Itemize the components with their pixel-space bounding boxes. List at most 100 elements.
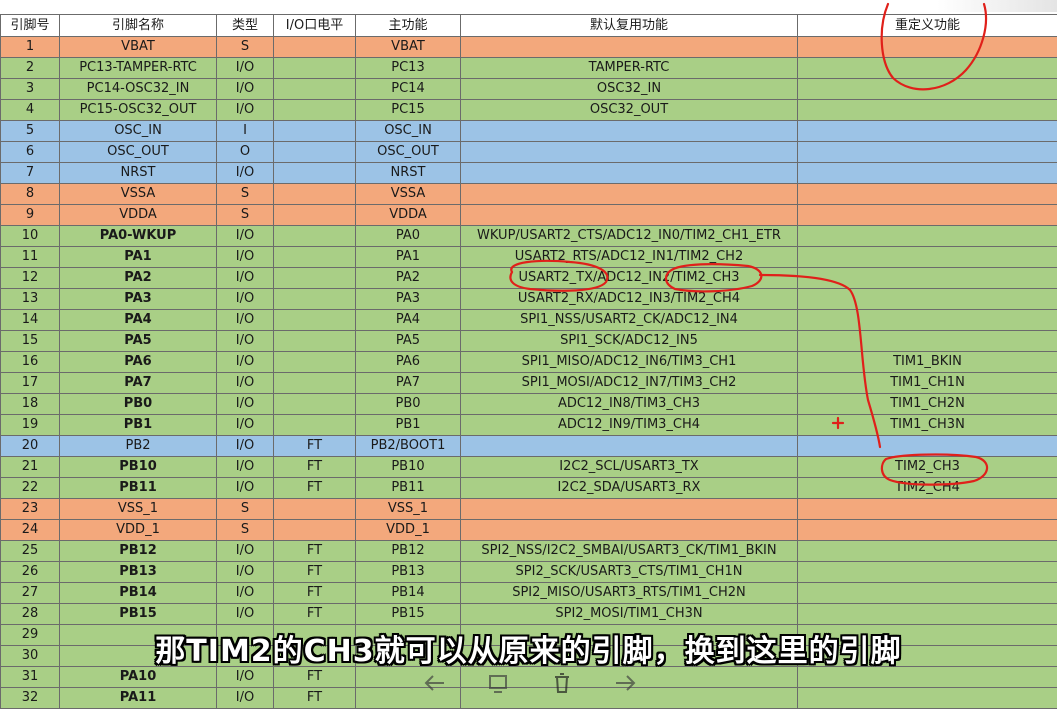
cell-io-level — [273, 372, 356, 394]
table-row: 13 PA3 I/O PA3 USART2_RX/ADC12_IN3/TIM2_CH4 — [0, 288, 1057, 310]
cell-pin-name: VBAT — [59, 36, 217, 58]
cell-remap — [797, 561, 1057, 583]
cell-remap: TIM2_CH3 — [797, 456, 1057, 478]
cell-type: I/O — [216, 393, 274, 415]
trash-icon[interactable] — [547, 668, 577, 698]
cell-io-level — [273, 519, 356, 541]
cell-main-function: VDD_1 — [355, 519, 461, 541]
cell-remap — [797, 183, 1057, 205]
cell-pin-name: VSSA — [59, 183, 217, 205]
cell-default-alt — [460, 624, 798, 646]
cell-io-level — [273, 267, 356, 289]
cell-remap — [797, 309, 1057, 331]
cell-pin-no: 32 — [0, 687, 60, 709]
cell-type: I/O — [216, 162, 274, 184]
cell-io-level — [273, 330, 356, 352]
cell-type: O — [216, 141, 274, 163]
cell-io-level: FT — [273, 456, 356, 478]
cell-default-alt: SPI2_SCK/USART3_CTS/TIM1_CH1N — [460, 561, 798, 583]
cell-remap — [797, 267, 1057, 289]
cell-io-level — [273, 57, 356, 79]
share-icon[interactable] — [483, 668, 513, 698]
cell-pin-name: PA5 — [59, 330, 217, 352]
cell-remap — [797, 582, 1057, 604]
col-io-level: I/O口电平 — [273, 14, 356, 37]
cell-type: I/O — [216, 267, 274, 289]
table-row: 12 PA2 I/O PA2 USART2_TX/ADC12_IN2/TIM2_CH3 — [0, 267, 1057, 289]
cell-pin-no: 21 — [0, 456, 60, 478]
cell-pin-name: VDDA — [59, 204, 217, 226]
back-arrow-icon[interactable] — [420, 668, 450, 698]
table-row: 30 — [0, 645, 1057, 667]
cell-pin-name: PB14 — [59, 582, 217, 604]
cell-io-level: FT — [273, 666, 356, 688]
cell-remap — [797, 99, 1057, 121]
cell-type: I/O — [216, 435, 274, 457]
cell-type: I/O — [216, 57, 274, 79]
cell-io-level — [273, 162, 356, 184]
table-row: 29 — [0, 624, 1057, 646]
cell-main-function: PB2/BOOT1 — [355, 435, 461, 457]
cell-default-alt: OSC32_IN — [460, 78, 798, 100]
cell-pin-name: OSC_IN — [59, 120, 217, 142]
pin-table: 引脚号 引脚名称 类型 I/O口电平 主功能 默认复用功能 重定义功能 1 VBA… — [0, 14, 1057, 709]
cell-pin-name: PA6 — [59, 351, 217, 373]
cell-main-function: PA4 — [355, 309, 461, 331]
table-row: 8 VSSA S VSSA — [0, 183, 1057, 205]
table-row: 10 PA0-WKUP I/O PA0 WKUP/USART2_CTS/ADC12_IN… — [0, 225, 1057, 247]
cell-pin-no: 5 — [0, 120, 60, 142]
cell-pin-no: 24 — [0, 519, 60, 541]
cell-pin-name: PB12 — [59, 540, 217, 562]
cell-pin-no: 31 — [0, 666, 60, 688]
cell-remap — [797, 78, 1057, 100]
cell-default-alt: USART2_TX/ADC12_IN2/TIM2_CH3 — [460, 267, 798, 289]
cell-type: S — [216, 36, 274, 58]
cell-type: I/O — [216, 351, 274, 373]
video-frame: 引脚号 引脚名称 类型 I/O口电平 主功能 默认复用功能 重定义功能 1 VBA… — [0, 0, 1057, 710]
cell-pin-no: 9 — [0, 204, 60, 226]
cell-pin-no: 11 — [0, 246, 60, 268]
cell-remap — [797, 540, 1057, 562]
cell-pin-name: NRST — [59, 162, 217, 184]
cell-pin-no: 26 — [0, 561, 60, 583]
cell-default-alt: I2C2_SCL/USART3_TX — [460, 456, 798, 478]
cell-io-level — [273, 498, 356, 520]
cell-remap — [797, 603, 1057, 625]
cell-pin-no: 25 — [0, 540, 60, 562]
cell-pin-no: 23 — [0, 498, 60, 520]
cell-pin-no: 12 — [0, 267, 60, 289]
cell-io-level — [273, 204, 356, 226]
cell-remap — [797, 57, 1057, 79]
cell-main-function: PB15 — [355, 603, 461, 625]
cell-io-level — [273, 225, 356, 247]
cell-main-function: VSS_1 — [355, 498, 461, 520]
cell-pin-no: 14 — [0, 309, 60, 331]
cell-io-level — [273, 246, 356, 268]
cell-default-alt — [460, 519, 798, 541]
cell-pin-no: 20 — [0, 435, 60, 457]
cell-main-function: PA3 — [355, 288, 461, 310]
cell-pin-no: 29 — [0, 624, 60, 646]
cell-default-alt: SPI2_MOSI/TIM1_CH3N — [460, 603, 798, 625]
cell-pin-no: 1 — [0, 36, 60, 58]
cell-default-alt — [460, 120, 798, 142]
table-row: 3 PC14-OSC32_IN I/O PC14 OSC32_IN — [0, 78, 1057, 100]
cell-io-level: FT — [273, 435, 356, 457]
table-row: 25 PB12 I/O FT PB12 SPI2_NSS/I2C2_SMBAI/USART… — [0, 540, 1057, 562]
col-remap: 重定义功能 — [797, 14, 1057, 37]
cell-pin-name: PA10 — [59, 666, 217, 688]
cell-type: S — [216, 498, 274, 520]
cell-remap — [797, 498, 1057, 520]
cell-main-function — [355, 645, 461, 667]
cell-default-alt: TAMPER-RTC — [460, 57, 798, 79]
cell-io-level — [273, 624, 356, 646]
cell-default-alt — [460, 183, 798, 205]
cell-type: I/O — [216, 99, 274, 121]
cell-type: S — [216, 183, 274, 205]
cell-remap — [797, 162, 1057, 184]
header-row: 引脚号 引脚名称 类型 I/O口电平 主功能 默认复用功能 重定义功能 — [0, 14, 1057, 37]
cell-type: I/O — [216, 372, 274, 394]
cell-pin-name: PA3 — [59, 288, 217, 310]
table-row: 26 PB13 I/O FT PB13 SPI2_SCK/USART3_CTS/TIM1_… — [0, 561, 1057, 583]
forward-arrow-icon[interactable] — [610, 668, 640, 698]
